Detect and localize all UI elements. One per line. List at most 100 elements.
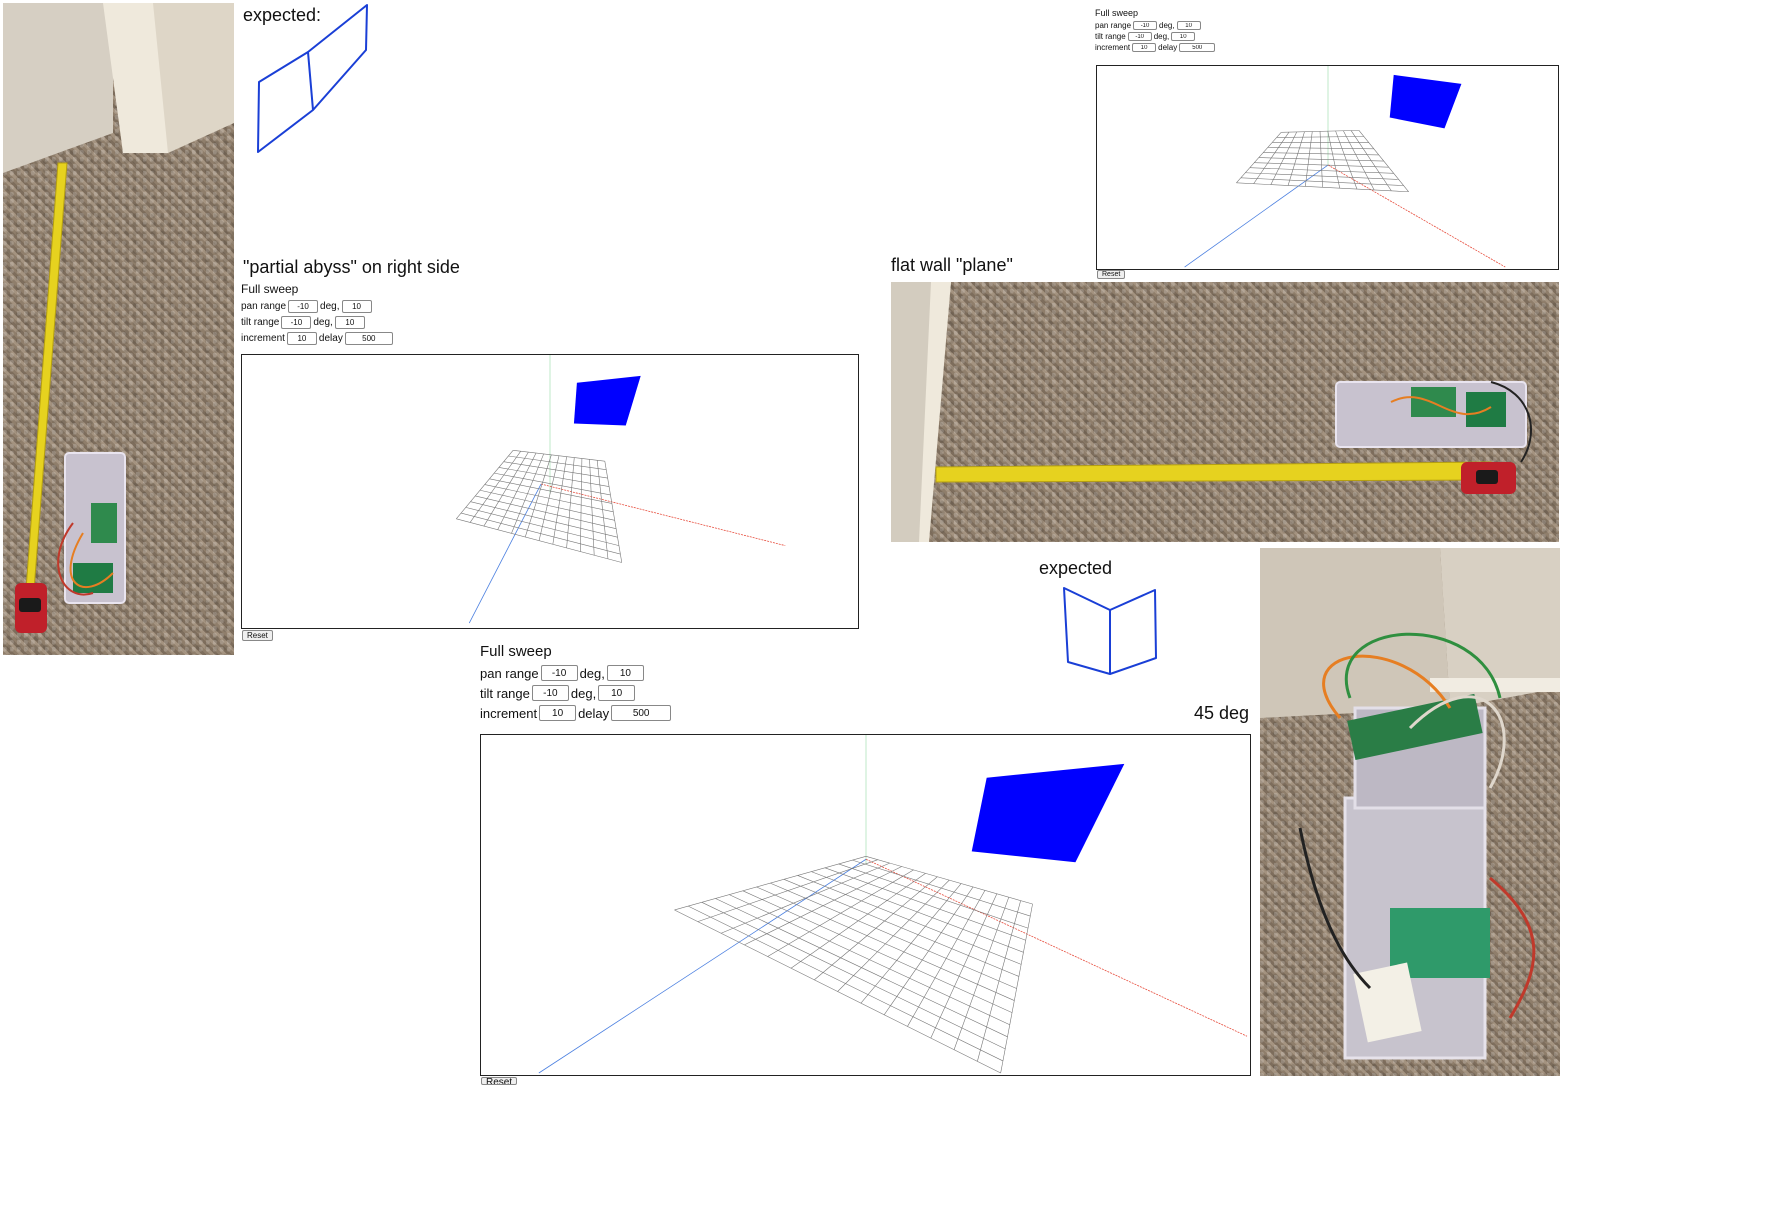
tilt-range-row: tilt range deg, — [241, 314, 861, 330]
pan-max-input[interactable] — [606, 665, 644, 681]
3d-viewport[interactable] — [241, 354, 859, 629]
plane-quad — [971, 763, 1125, 863]
scene-svg — [456, 355, 786, 624]
tilt-range-label: tilt range — [1095, 32, 1126, 41]
scene-svg — [538, 735, 1248, 1074]
tilt-min-input[interactable] — [531, 685, 569, 701]
photo-robot-drawing — [1260, 548, 1560, 1060]
reset-button[interactable]: Reset — [1097, 270, 1126, 279]
annotation-expected-mid: expected — [1039, 558, 1113, 578]
tilt-max-input[interactable] — [334, 315, 365, 329]
z-axis-line — [538, 858, 867, 1074]
grid-line — [596, 460, 609, 559]
grid-line — [953, 897, 1010, 1050]
delay-input[interactable] — [1179, 43, 1216, 52]
x-axis-line — [1327, 164, 1506, 268]
tilt-unit-label: deg, — [1153, 32, 1170, 41]
plane-quad — [1389, 74, 1462, 129]
tilt-min-input[interactable] — [1127, 32, 1152, 41]
grid-line — [456, 518, 622, 563]
x-axis-line — [865, 858, 1248, 1037]
sweep-panel-large: Full sweep pan range deg, tilt range deg… — [480, 643, 1252, 1085]
pan-max-input[interactable] — [1176, 21, 1201, 30]
increment-row: increment delay — [241, 330, 861, 346]
pan-unit-label: deg, — [320, 300, 340, 312]
increment-label: increment — [480, 705, 538, 721]
sweep-title: Full sweep — [1095, 8, 1139, 18]
increment-row: increment delay — [480, 703, 1252, 723]
x-axis-line — [540, 483, 786, 546]
grid-line — [756, 886, 1015, 1001]
grid-line — [484, 484, 614, 513]
z-axis-line — [468, 483, 542, 624]
tilt-max-input[interactable] — [598, 685, 636, 701]
reset-button[interactable]: Reset — [242, 630, 273, 641]
photo-flat-wall-drawing — [891, 282, 1532, 542]
increment-label: increment — [1095, 43, 1131, 52]
sweep-title: Full sweep — [480, 643, 552, 660]
photo-tape-measure-drawing — [3, 3, 234, 633]
grid-line — [589, 459, 595, 556]
grid-line — [465, 507, 620, 546]
grid-line — [604, 461, 623, 563]
pan-min-input[interactable] — [288, 299, 319, 313]
tilt-unit-label: deg, — [313, 316, 333, 328]
sweep-title: Full sweep — [241, 282, 299, 296]
grid-line — [715, 898, 1008, 1038]
annotation-flat-wall: flat wall "plane" — [891, 255, 1013, 275]
3d-viewport[interactable] — [480, 734, 1251, 1076]
grid-line — [1343, 130, 1375, 191]
grid-line — [883, 886, 974, 1015]
tilt-unit-label: deg, — [570, 685, 597, 701]
pan-min-input[interactable] — [540, 665, 578, 681]
grid-line — [475, 495, 617, 530]
tilt-min-input[interactable] — [281, 315, 312, 329]
sweep-panel-medium: Full sweep pan range deg, tilt range deg… — [241, 282, 861, 644]
grid-line — [860, 883, 962, 1004]
pan-range-label: pan range — [480, 665, 539, 681]
delay-label: delay — [1158, 43, 1178, 52]
grid-line — [470, 501, 618, 538]
tilt-range-label: tilt range — [241, 316, 280, 328]
increment-row: increment delay — [1095, 42, 1561, 53]
grid-line — [1358, 130, 1409, 192]
sweep-panel-small: Full sweep pan range deg, tilt range deg… — [1095, 8, 1561, 280]
reset-button[interactable]: Reset — [481, 1077, 518, 1085]
floor-grid — [674, 855, 1033, 1074]
delay-label: delay — [578, 705, 610, 721]
tilt-range-row: tilt range deg, — [480, 683, 1252, 703]
pan-unit-label: deg, — [579, 665, 605, 681]
3d-viewport[interactable] — [1096, 65, 1559, 270]
increment-label: increment — [241, 332, 285, 344]
delay-input[interactable] — [344, 331, 393, 345]
grid-line — [513, 450, 605, 462]
scene-svg — [1184, 66, 1506, 268]
pan-unit-label: deg, — [1159, 21, 1175, 30]
plane-quad — [573, 375, 641, 426]
delay-label: delay — [318, 332, 343, 344]
pan-max-input[interactable] — [341, 299, 372, 313]
increment-input[interactable] — [286, 331, 317, 345]
pan-range-label: pan range — [241, 300, 287, 312]
pan-range-row: pan range deg, — [1095, 20, 1561, 31]
increment-input[interactable] — [1132, 43, 1157, 52]
grid-line — [674, 909, 1001, 1074]
pan-min-input[interactable] — [1133, 21, 1158, 30]
floor-grid — [456, 450, 623, 563]
tilt-range-row: tilt range deg, — [1095, 31, 1561, 42]
tilt-range-label: tilt range — [480, 685, 530, 701]
grid-line — [729, 894, 1010, 1025]
floor-grid — [1236, 130, 1409, 193]
increment-input[interactable] — [539, 705, 577, 721]
grid-line — [460, 512, 621, 555]
pan-range-row: pan range deg, — [241, 298, 861, 314]
expected-sketch-top — [257, 4, 368, 153]
pan-range-label: pan range — [1095, 21, 1132, 30]
photo-robot-closeup — [1260, 548, 1560, 1076]
annotation-partial-abyss: "partial abyss" on right side — [243, 257, 460, 277]
photo-flat-wall — [891, 282, 1559, 542]
tilt-max-input[interactable] — [1171, 32, 1196, 41]
pan-range-row: pan range deg, — [480, 663, 1252, 683]
grid-line — [674, 855, 867, 911]
delay-input[interactable] — [611, 705, 672, 721]
